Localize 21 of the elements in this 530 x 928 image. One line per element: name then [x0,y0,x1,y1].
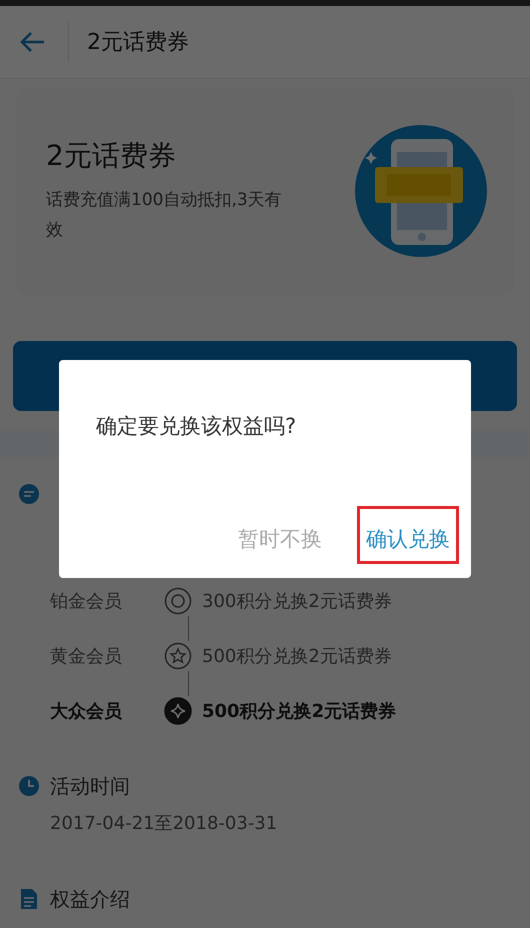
section-title: 活动时间 [50,772,130,800]
ring-icon [164,587,192,615]
chat-bubble-icon [18,483,40,505]
section-title: 权益介绍 [50,886,130,912]
clock-icon [18,775,40,797]
cancel-button[interactable]: 暂时不换 [229,506,331,564]
activity-dates: 2017-04-21至2018-03-31 [50,813,278,835]
tier-name: 铂金会员 [50,590,123,613]
dialog-message: 确定要兑换该权益吗? [96,413,298,440]
coupon-title: 2元话费券 [46,138,177,174]
confirm-button[interactable]: 确认兑换 [357,506,459,564]
document-icon [18,888,40,910]
tier-benefit: 500积分兑换2元话费券 [202,700,396,723]
page-title: 2元话费券 [87,29,189,57]
back-arrow-icon[interactable] [18,30,46,54]
tier-benefit: 300积分兑换2元话费券 [202,590,392,613]
phone-coupon-icon [354,124,488,258]
tier-benefit: 500积分兑换2元话费券 [202,645,392,668]
tier-name: 大众会员 [50,700,123,723]
coupon-description: 话费充值满100自动抵扣,3天有效 [46,189,283,242]
tier-name: 黄金会员 [50,645,123,668]
